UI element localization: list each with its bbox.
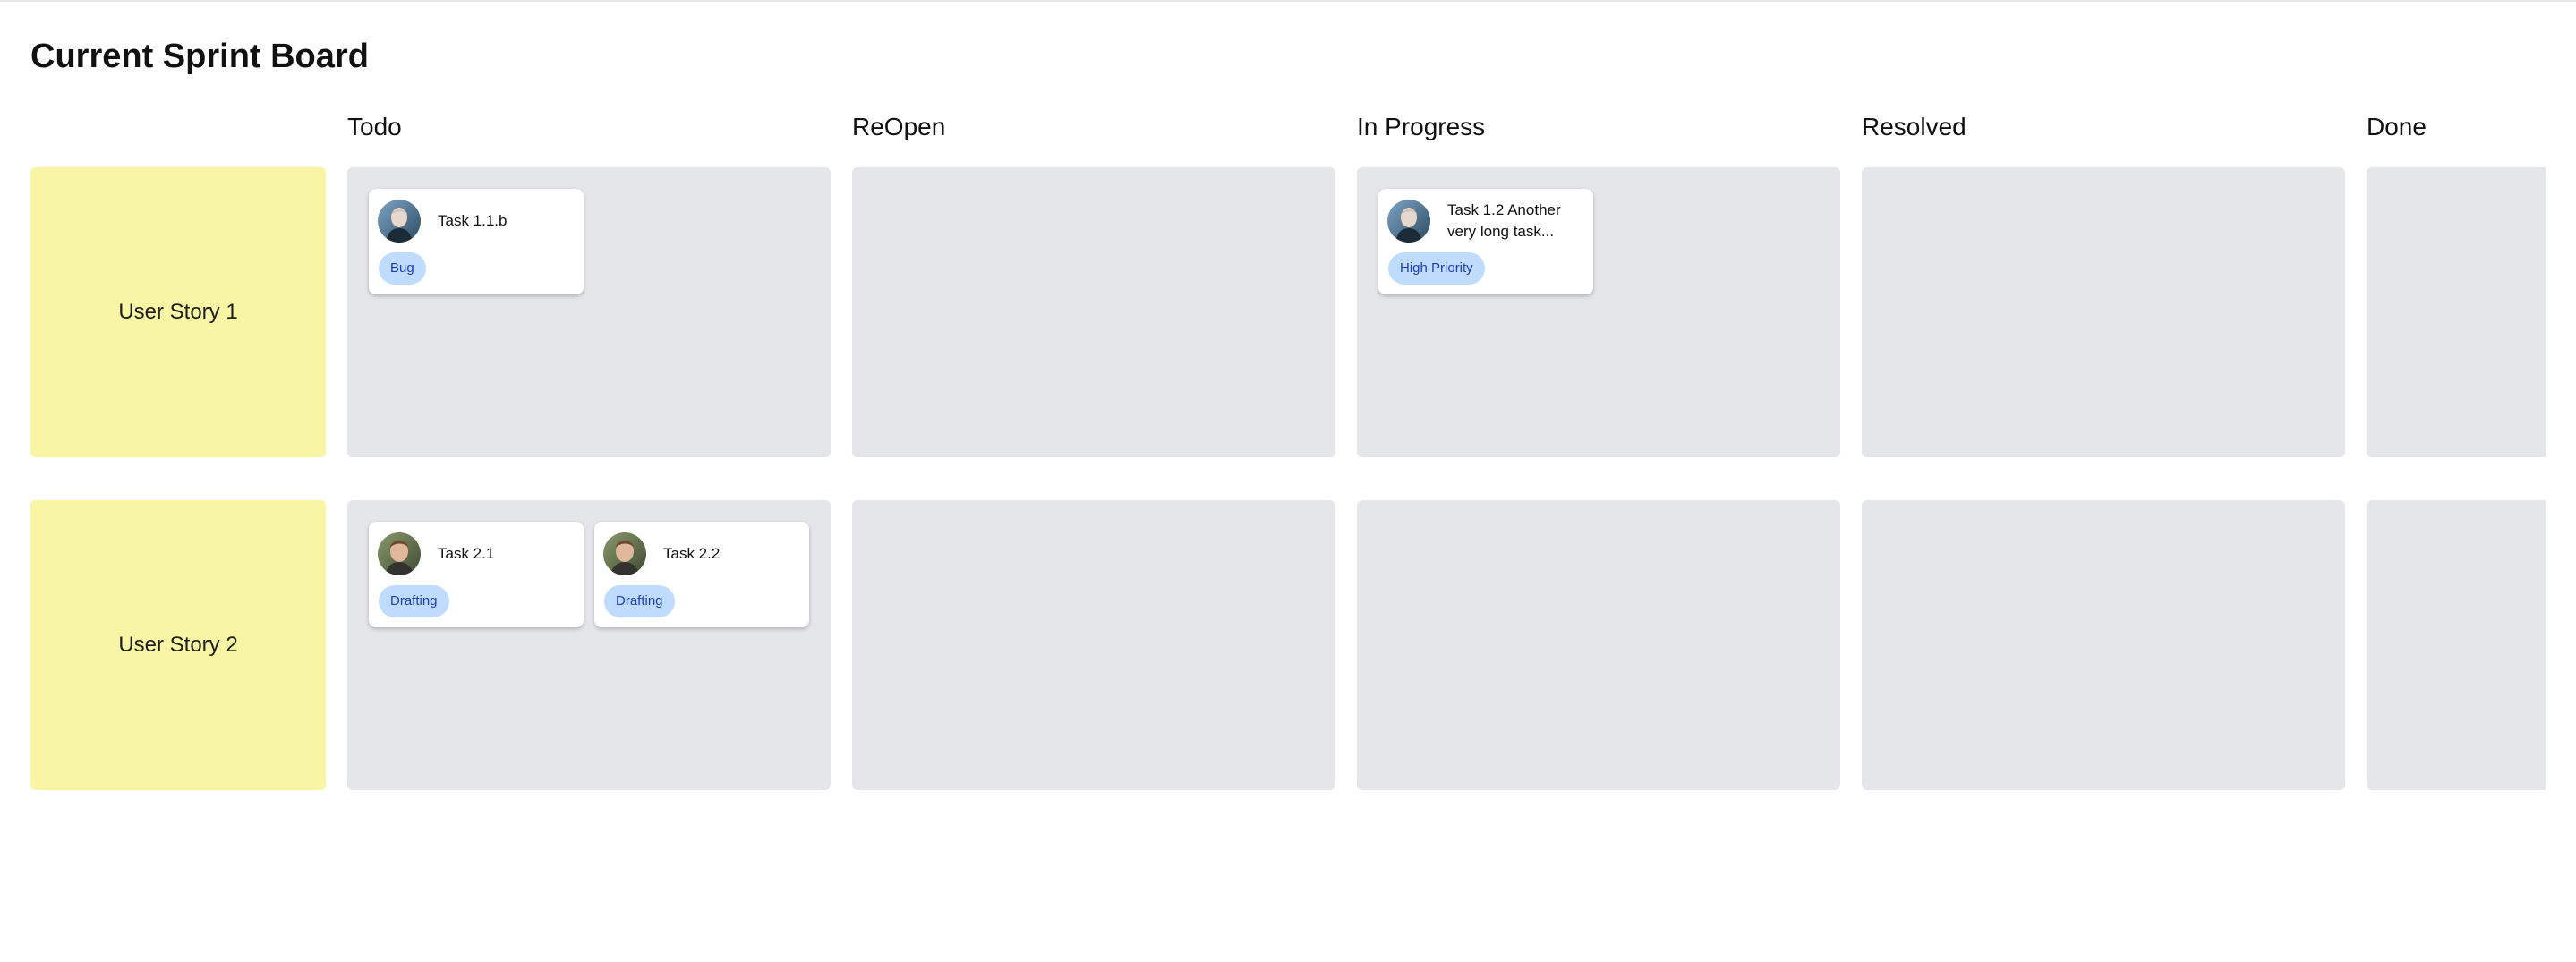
- cell-story-1-todo[interactable]: Task 1.1.b Bug: [347, 167, 831, 457]
- task-card[interactable]: Task 2.1 Drafting: [369, 522, 584, 627]
- avatar: [603, 532, 646, 575]
- cell-story-1-resolved[interactable]: [1862, 167, 2345, 457]
- avatar: [378, 532, 421, 575]
- cell-story-2-reopen[interactable]: [852, 500, 1335, 790]
- tag-badge: High Priority: [1388, 252, 1485, 285]
- task-title: Task 1.2 Another very long task...: [1447, 201, 1561, 240]
- cell-story-2-done[interactable]: [2367, 500, 2546, 790]
- user-story-label: User Story 1: [118, 300, 238, 324]
- user-story-1-lane: User Story 1: [30, 167, 326, 457]
- task-title: Task 1.1.b: [438, 212, 508, 229]
- avatar: [1387, 200, 1430, 243]
- column-header-in-progress: In Progress: [1357, 113, 1486, 140]
- column-header-done: Done: [2367, 113, 2427, 140]
- column-header-todo: Todo: [347, 113, 402, 140]
- task-card[interactable]: Task 1.1.b Bug: [369, 189, 584, 294]
- cell-story-2-in-progress[interactable]: [1357, 500, 1840, 790]
- user-story-label: User Story 2: [118, 633, 238, 657]
- avatar: [378, 200, 421, 243]
- cell-story-1-in-progress[interactable]: Task 1.2 Another very long task... High …: [1357, 167, 1840, 457]
- task-card[interactable]: Task 2.2 Drafting: [594, 522, 809, 627]
- top-divider: [0, 0, 2576, 2]
- task-title: Task 2.2: [663, 545, 721, 562]
- user-story-2-lane: User Story 2: [30, 500, 326, 790]
- tag-badge: Bug: [379, 252, 426, 285]
- cell-story-1-reopen[interactable]: [852, 167, 1335, 457]
- column-header-reopen: ReOpen: [852, 113, 946, 140]
- page-title: Current Sprint Board: [30, 38, 369, 75]
- task-title: Task 2.1: [438, 545, 495, 562]
- cell-story-2-resolved[interactable]: [1862, 500, 2345, 790]
- cell-story-2-todo[interactable]: Task 2.1 Drafting Task 2.2 Drafting: [347, 500, 831, 790]
- tag-badge: Drafting: [379, 585, 449, 617]
- tag-badge: Drafting: [604, 585, 675, 617]
- task-card[interactable]: Task 1.2 Another very long task... High …: [1378, 189, 1593, 294]
- column-header-resolved: Resolved: [1862, 113, 1966, 140]
- cell-story-1-done[interactable]: [2367, 167, 2546, 457]
